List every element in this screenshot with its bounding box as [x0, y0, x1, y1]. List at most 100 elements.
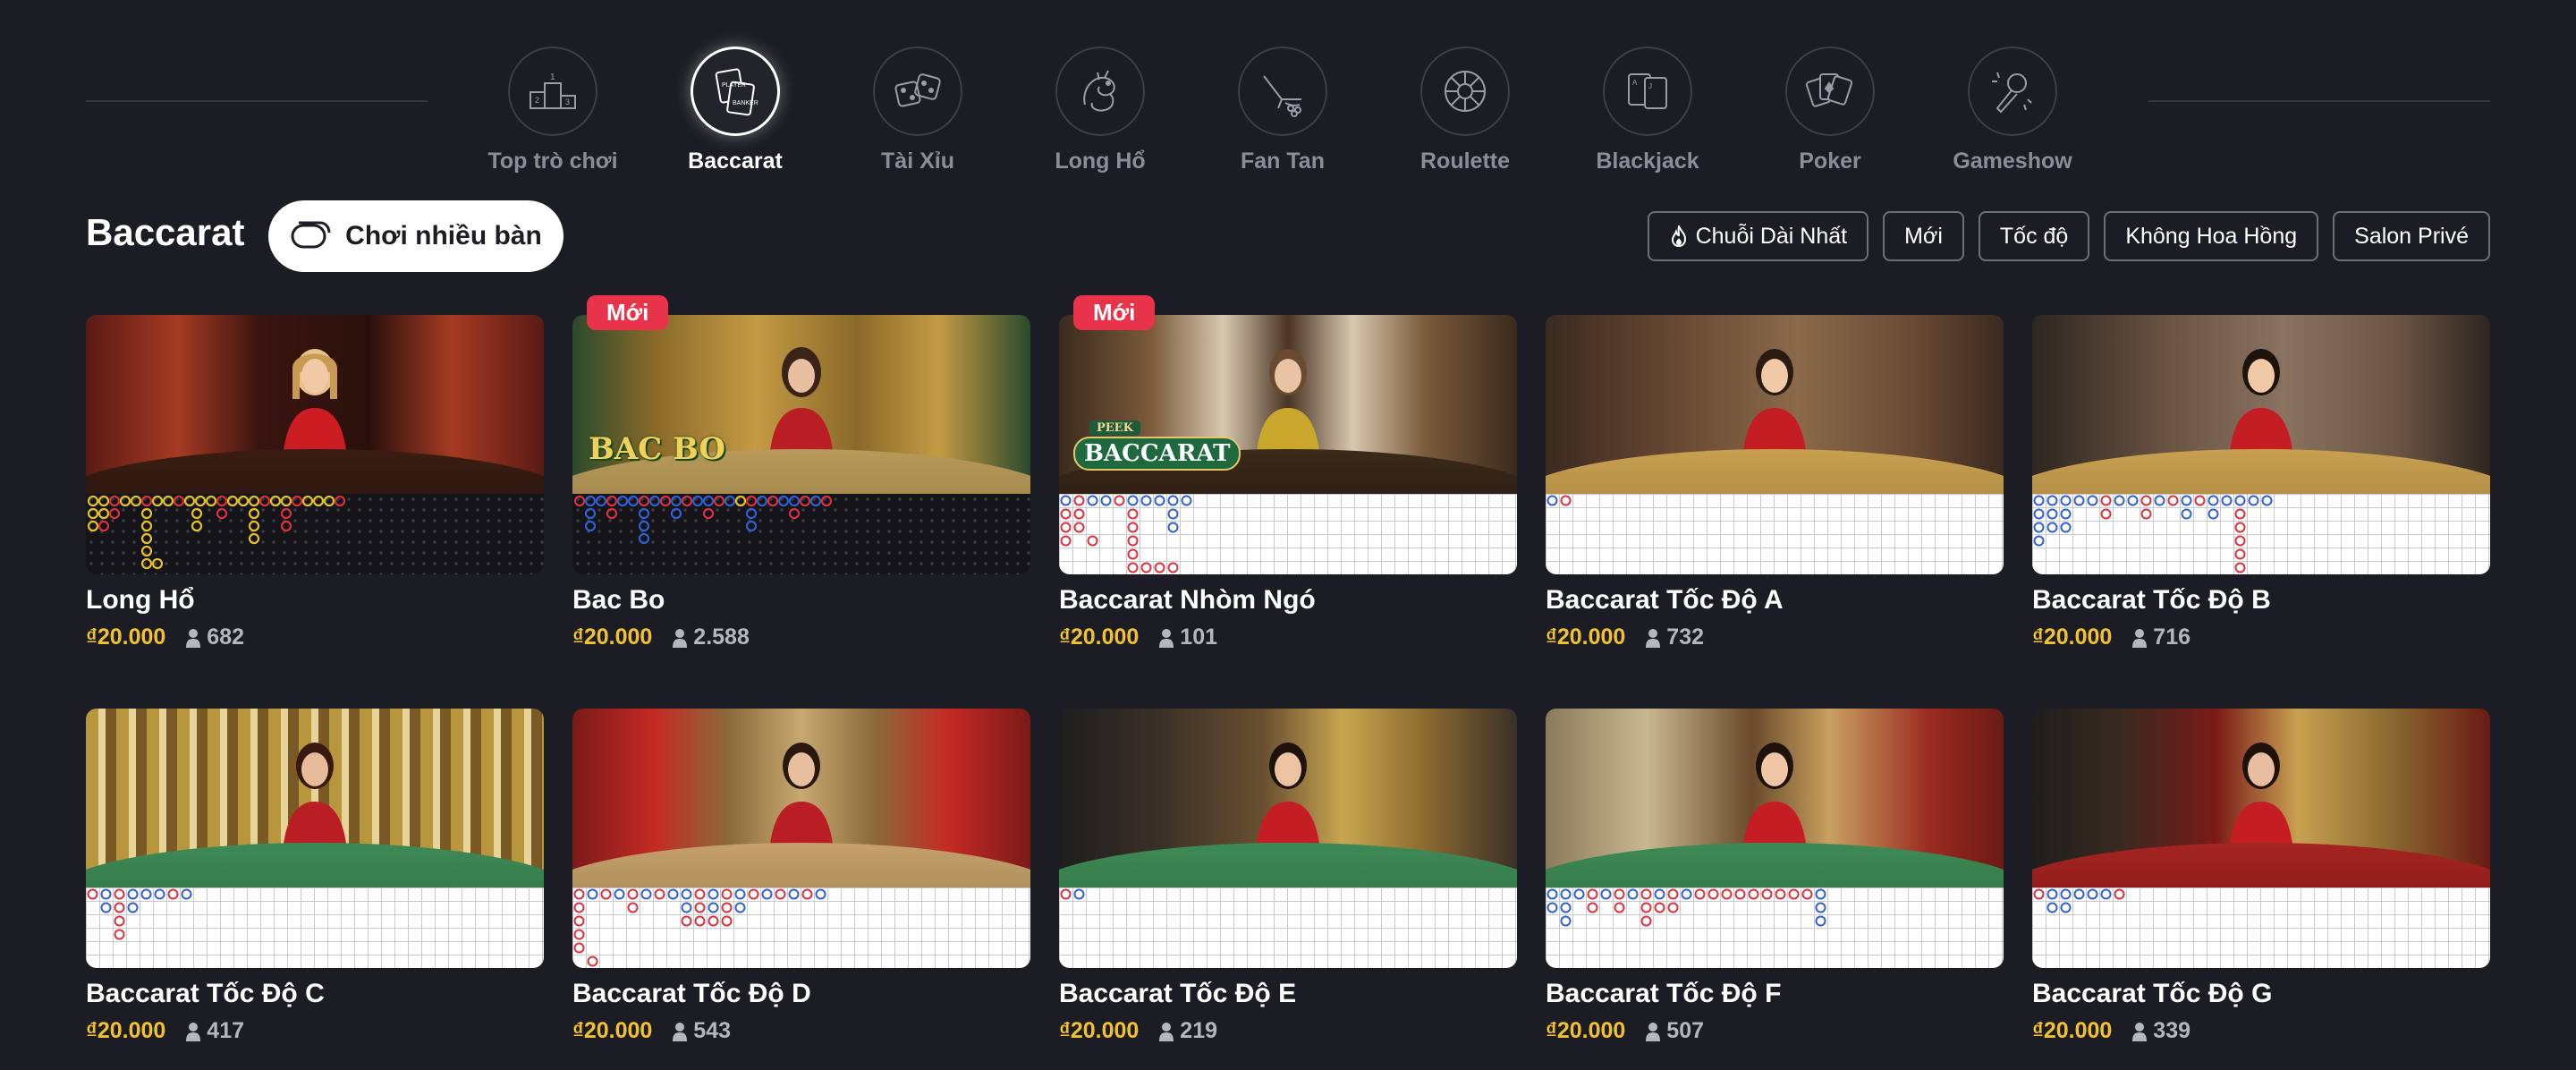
category-label: Baccarat: [688, 149, 783, 174]
category-top-games[interactable]: 1 2 3 Top trò chơi: [462, 47, 644, 175]
road-map: [1059, 494, 1517, 574]
filter-new[interactable]: Mới: [1883, 211, 1964, 261]
category-gameshow[interactable]: Gameshow: [1921, 47, 2104, 175]
svg-text:BANKER: BANKER: [733, 100, 758, 106]
road-map: [86, 494, 544, 574]
live-table-image: [2032, 709, 2490, 887]
player-count-value: 2.588: [693, 624, 750, 650]
new-badge: Mới: [587, 295, 669, 330]
podium-icon: 1 2 3: [508, 47, 597, 136]
category-baccarat[interactable]: PLAYER BANKER Baccarat: [644, 47, 826, 175]
category-blackjack[interactable]: AJ Blackjack: [1556, 47, 1739, 175]
live-table-image: PEEK BACCARAT: [1059, 315, 1517, 494]
category-tai-xiu[interactable]: Tài Xỉu: [826, 47, 1009, 175]
road-map: [572, 887, 1030, 968]
road-map: [86, 887, 544, 968]
filter-label: Tốc độ: [1999, 223, 2069, 249]
game-thumbnail: [2032, 315, 2490, 574]
game-meta: ₫20.000 417: [86, 1018, 244, 1044]
filter-no-commission[interactable]: Không Hoa Hồng: [2104, 211, 2319, 261]
category-fan-tan[interactable]: Fan Tan: [1191, 47, 1374, 175]
live-table-image: BAC BO: [572, 315, 1030, 494]
game-card-peek-baccarat[interactable]: Mới PEEK BACCARAT Baccarat Nhòm Ngó ₫20.…: [1059, 295, 1517, 655]
category-label: Top trò chơi: [487, 149, 618, 174]
live-table-image: [2032, 315, 2490, 494]
category-label: Tài Xỉu: [881, 149, 954, 174]
player-count-value: 219: [1180, 1018, 1218, 1043]
person-icon: [673, 628, 688, 648]
player-count: 507: [1645, 1018, 1704, 1044]
category-label: Fan Tan: [1241, 149, 1325, 174]
player-count-value: 339: [2153, 1018, 2191, 1043]
game-title: Baccarat Tốc Độ G: [2032, 979, 2273, 1008]
player-count: 716: [2131, 624, 2190, 650]
category-roulette[interactable]: Roulette: [1374, 47, 1556, 175]
road-map-beads: [87, 495, 346, 570]
game-title: Baccarat Tốc Độ E: [1059, 979, 1297, 1008]
svg-text:J: J: [1648, 82, 1652, 90]
game-meta: ₫20.000 682: [86, 624, 244, 650]
min-bet: ₫20.000: [86, 624, 166, 650]
filter-label: Salon Privé: [2354, 223, 2469, 249]
game-card-speed-baccarat-d[interactable]: Baccarat Tốc Độ D ₫20.000 543: [572, 709, 1030, 1049]
game-card-speed-baccarat-e[interactable]: Baccarat Tốc Độ E ₫20.000 219: [1059, 709, 1517, 1049]
game-card-long-ho[interactable]: Long Hổ ₫20.000 682: [86, 315, 544, 655]
game-card-speed-baccarat-a[interactable]: Baccarat Tốc Độ A ₫20.000 732: [1546, 315, 2004, 655]
category-nav: 1 2 3 Top trò chơi PLAYER BANKER Baccarat T…: [462, 47, 2114, 175]
player-count-value: 682: [207, 624, 245, 650]
player-count-value: 543: [693, 1018, 732, 1043]
section-title: Baccarat: [86, 211, 245, 253]
road-map-beads: [2033, 495, 2273, 573]
live-table-image: [572, 709, 1030, 887]
game-meta: ₫20.000 339: [2032, 1018, 2190, 1044]
game-title: Baccarat Tốc Độ F: [1546, 979, 1782, 1008]
live-table-image: [1546, 315, 2004, 494]
game-thumbnail: [1546, 315, 2004, 574]
road-map-beads: [1060, 888, 1085, 900]
filter-label: Mới: [1904, 223, 1943, 249]
game-thumbnail: BAC BO: [572, 315, 1030, 574]
filter-salon-prive[interactable]: Salon Privé: [2333, 211, 2490, 261]
multi-table-label: Chơi nhiều bàn: [345, 221, 542, 251]
game-meta: ₫20.000 507: [1546, 1018, 1704, 1044]
min-bet: ₫20.000: [1059, 1018, 1140, 1043]
category-poker[interactable]: Poker: [1739, 47, 1921, 175]
fan-tan-icon: [1238, 47, 1327, 136]
poker-icon: [1785, 47, 1875, 136]
game-card-speed-baccarat-b[interactable]: Baccarat Tốc Độ B ₫20.000 716: [2032, 315, 2490, 655]
road-map: [1546, 494, 2004, 574]
person-icon: [1646, 1022, 1661, 1041]
road-map-beads: [573, 495, 833, 545]
game-title: Long Hổ: [86, 585, 195, 615]
game-card-speed-baccarat-f[interactable]: Baccarat Tốc Độ F ₫20.000 507: [1546, 709, 2004, 1049]
filter-label: Không Hoa Hồng: [2125, 223, 2298, 249]
game-meta: ₫20.000 219: [1059, 1018, 1217, 1044]
svg-text:A: A: [1632, 79, 1638, 87]
game-title: Baccarat Tốc Độ C: [86, 979, 325, 1008]
multi-table-button[interactable]: Chơi nhiều bàn: [268, 200, 564, 272]
game-thumbnail: PEEK BACCARAT: [1059, 315, 1517, 574]
player-count: 339: [2131, 1018, 2190, 1044]
game-thumbnail: [1059, 709, 1517, 968]
svg-text:PLAYER: PLAYER: [722, 82, 746, 89]
player-count: 2.588: [672, 624, 750, 650]
player-count: 732: [1645, 624, 1704, 650]
game-logo: BACCARAT: [1073, 437, 1241, 471]
player-count-value: 101: [1180, 624, 1218, 650]
filter-speed[interactable]: Tốc độ: [1978, 211, 2090, 261]
road-map-beads: [573, 888, 826, 967]
road-map-beads: [2033, 888, 2125, 913]
game-card-speed-baccarat-c[interactable]: Baccarat Tốc Độ C ₫20.000 417: [86, 709, 544, 1049]
game-card-speed-baccarat-g[interactable]: Baccarat Tốc Độ G ₫20.000 339: [2032, 709, 2490, 1049]
filter-bar: Chuỗi Dài Nhất Mới Tốc độ Không Hoa Hồng…: [1647, 211, 2490, 261]
person-icon: [186, 1022, 201, 1041]
person-icon: [1646, 628, 1661, 648]
category-long-ho[interactable]: Long Hổ: [1009, 47, 1191, 175]
person-icon: [1159, 1022, 1174, 1041]
player-count: 417: [185, 1018, 244, 1044]
game-title: Baccarat Tốc Độ D: [572, 979, 811, 1008]
game-thumbnail: [86, 709, 544, 968]
game-card-bac-bo[interactable]: Mới BAC BO Bac Bo ₫20.000 2.588: [572, 295, 1030, 655]
filter-longest-streak[interactable]: Chuỗi Dài Nhất: [1647, 211, 1869, 261]
cards-icon: AJ: [1603, 47, 1692, 136]
